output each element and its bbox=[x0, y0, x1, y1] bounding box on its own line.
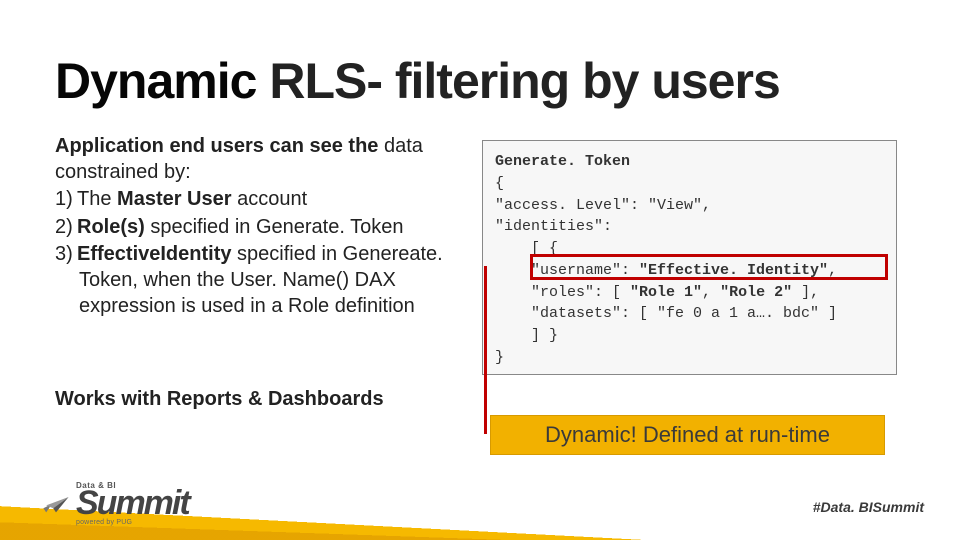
lead-bold: Application end users can see the bbox=[55, 135, 378, 157]
logo-text: Data & BI Summit powered by PUG bbox=[76, 482, 189, 526]
list-item: 2)Role(s) specified in Generate. Token bbox=[55, 215, 455, 241]
list-item: 3)EffectiveIdentity specified in Generea… bbox=[55, 242, 455, 319]
item-number: 3) bbox=[55, 242, 77, 268]
item-number: 1) bbox=[55, 187, 77, 213]
highlight-box bbox=[530, 254, 888, 280]
body-left: Application end users can see the data c… bbox=[55, 134, 455, 319]
logo-subtitle: powered by PUG bbox=[76, 519, 189, 526]
title-rest: RLS- filtering by users bbox=[256, 53, 779, 109]
logo-wordmark: Summit bbox=[76, 490, 189, 517]
callout-text: Dynamic! Defined at run-time bbox=[545, 422, 830, 448]
item-number: 2) bbox=[55, 215, 77, 241]
lead-text: Application end users can see the data c… bbox=[55, 134, 455, 185]
connector-line bbox=[484, 266, 487, 434]
callout-banner: Dynamic! Defined at run-time bbox=[490, 415, 885, 455]
works-with: Works with Reports & Dashboards bbox=[55, 388, 384, 411]
slide-title: Dynamic RLS- filtering by users bbox=[55, 52, 780, 110]
list-item: 1)The Master User account bbox=[55, 187, 455, 213]
hashtag: #Data. BISummit bbox=[813, 499, 924, 515]
plane-icon bbox=[42, 494, 70, 514]
title-emph: Dynamic bbox=[55, 53, 256, 109]
summit-logo: Data & BI Summit powered by PUG bbox=[42, 482, 189, 526]
